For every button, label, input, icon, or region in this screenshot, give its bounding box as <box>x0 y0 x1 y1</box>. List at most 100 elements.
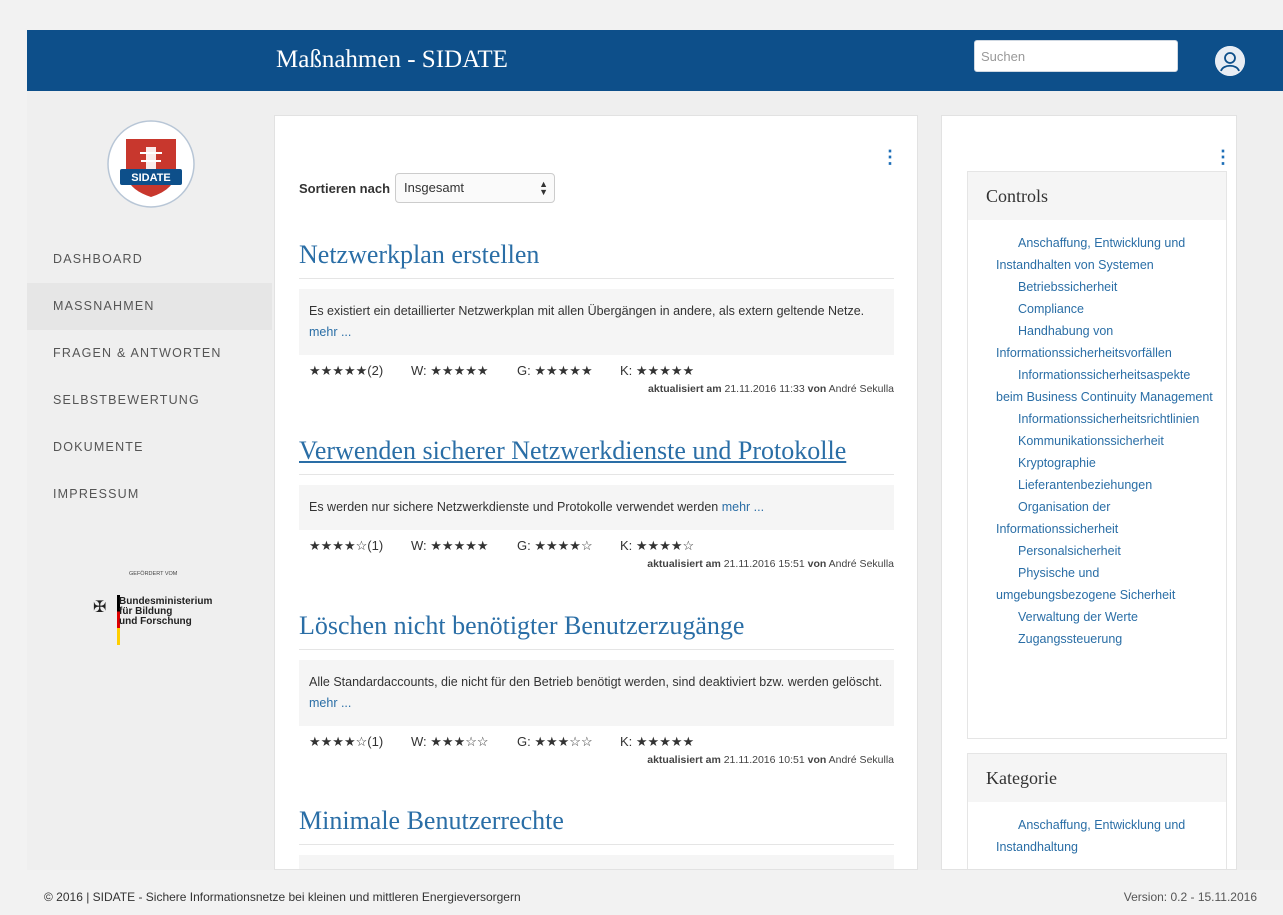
sidebar-nav: DASHBOARD MASSNAHMEN FRAGEN & ANTWORTEN … <box>27 236 272 518</box>
overall-rating[interactable]: ★★★★☆(1) <box>309 538 383 554</box>
footer-copyright: © 2016 | SIDATE - Sichere Informationsne… <box>44 890 521 904</box>
updated-date: 21.11.2016 11:33 <box>724 383 805 395</box>
sponsor-line-3: und Forschung <box>119 616 192 627</box>
kategorie-panel: Kategorie Anschaffung, Entwicklung und I… <box>967 753 1227 869</box>
updated-date: 21.11.2016 15:51 <box>723 558 805 570</box>
updated-label: aktualisiert am <box>648 383 722 395</box>
user-avatar-icon[interactable] <box>1215 46 1245 76</box>
footer: © 2016 | SIDATE - Sichere Informationsne… <box>27 870 1283 915</box>
sidebar-item-impressum[interactable]: IMPRESSUM <box>27 471 272 518</box>
measure-title[interactable]: Minimale Benutzerrechte <box>299 806 894 845</box>
measure-item: Verwenden sicherer Netzwerkdienste und P… <box>299 436 894 570</box>
more-options-icon[interactable]: ⋮ <box>1214 148 1232 166</box>
page-title: Maßnahmen - SIDATE <box>276 46 508 73</box>
rating-g: G: ★★★★★ <box>517 363 593 378</box>
rating-k: K: ★★★★☆ <box>620 538 695 553</box>
measure-description: Es existiert ein detaillierter Netzwerkp… <box>299 289 894 355</box>
sidebar: SIDATE DASHBOARD MASSNAHMEN FRAGEN & ANT… <box>27 91 272 870</box>
control-item[interactable]: Informationssicherheitsaspekte beim Busi… <box>968 364 1218 408</box>
sidebar-item-massnahmen[interactable]: MASSNAHMEN <box>27 283 272 330</box>
controls-panel: Controls Anschaffung, Entwicklung und In… <box>967 171 1227 739</box>
measure-item: Minimale Benutzerrechte <box>299 806 894 869</box>
measure-description <box>299 855 894 869</box>
app-frame: Maßnahmen - SIDATE SIDATE DASHBOARD <box>27 30 1283 915</box>
rating-g: G: ★★★★☆ <box>517 538 593 553</box>
measure-description: Alle Standardaccounts, die nicht für den… <box>299 660 894 726</box>
control-item[interactable]: Verwaltung der Werte <box>968 606 1218 628</box>
bmbf-sponsor-logo: GEFÖRDERT VOM ✠ Bundesministerium für Bi… <box>87 571 237 661</box>
sort-control: Sortieren nach Insgesamt ▲ ▼ <box>299 173 556 203</box>
rating-k: K: ★★★★★ <box>620 734 695 749</box>
ratings-row: ★★★★☆(1) W: ★★★★★ G: ★★★★☆ K: ★★★★☆ <box>299 538 894 556</box>
sort-label: Sortieren nach <box>299 180 391 196</box>
more-options-icon[interactable]: ⋮ <box>881 148 899 166</box>
sponsor-label: GEFÖRDERT VOM <box>129 571 178 577</box>
measure-description-text: Alle Standardaccounts, die nicht für den… <box>309 675 883 689</box>
kategorie-heading: Kategorie <box>968 754 1226 802</box>
control-item[interactable]: Betriebssicherheit <box>968 276 1218 298</box>
control-item[interactable]: Compliance <box>968 298 1218 320</box>
author: André Sekulla <box>828 754 894 766</box>
control-item[interactable]: Organisation der Informationssicherheit <box>968 496 1218 540</box>
measures-list-panel: ⋮ Sortieren nach Insgesamt ▲ ▼ Netzwerkpl… <box>274 115 918 870</box>
sidebar-item-dashboard[interactable]: DASHBOARD <box>27 236 272 283</box>
controls-list: Anschaffung, Entwicklung und Instandhalt… <box>968 220 1226 662</box>
measure-title[interactable]: Verwenden sicherer Netzwerkdienste und P… <box>299 436 894 475</box>
author: André Sekulla <box>828 383 894 395</box>
search-input[interactable] <box>974 40 1178 72</box>
sort-select[interactable]: Insgesamt ▲ ▼ <box>395 173 556 203</box>
control-item[interactable]: Handhabung von Informationssicherheitsvo… <box>968 320 1218 364</box>
updated-label: aktualisiert am <box>647 558 721 570</box>
measure-item: Netzwerkplan erstellen Es existiert ein … <box>299 240 894 395</box>
kategorie-item[interactable]: Anschaffung, Entwicklung und Instandhalt… <box>968 814 1218 858</box>
overall-rating[interactable]: ★★★★☆(1) <box>309 734 383 750</box>
author: André Sekulla <box>828 558 894 570</box>
measure-description-text: Es existiert ein detaillierter Netzwerkp… <box>309 304 865 318</box>
control-item[interactable]: Lieferantenbeziehungen <box>968 474 1218 496</box>
measure-title[interactable]: Netzwerkplan erstellen <box>299 240 894 279</box>
updated-date: 21.11.2016 10:51 <box>723 754 805 766</box>
ratings-row: ★★★★☆(1) W: ★★★☆☆ G: ★★★☆☆ K: ★★★★★ <box>299 734 894 752</box>
control-item[interactable]: Zugangssteuerung <box>968 628 1218 650</box>
rating-w: W: ★★★★★ <box>411 363 489 378</box>
controls-heading: Controls <box>968 172 1226 220</box>
updated-info: aktualisiert am 21.11.2016 11:33 von And… <box>299 383 894 395</box>
rating-k: K: ★★★★★ <box>620 363 695 378</box>
filter-panel: ⋮ Controls Anschaffung, Entwicklung und … <box>941 115 1237 870</box>
rating-w: W: ★★★☆☆ <box>411 734 489 749</box>
overall-rating[interactable]: ★★★★★(2) <box>309 363 383 379</box>
federal-eagle-icon: ✠ <box>93 599 107 616</box>
measure-description: Es werden nur sichere Netzwerkdienste un… <box>299 485 894 530</box>
kategorie-list: Anschaffung, Entwicklung und Instandhalt… <box>968 802 1226 869</box>
sidebar-item-fragen-antworten[interactable]: FRAGEN & ANTWORTEN <box>27 330 272 377</box>
more-link[interactable]: mehr ... <box>309 325 351 339</box>
more-link[interactable]: mehr ... <box>722 500 764 514</box>
updated-label: aktualisiert am <box>647 754 721 766</box>
updated-info: aktualisiert am 21.11.2016 15:51 von And… <box>299 558 894 570</box>
more-link[interactable]: mehr ... <box>309 696 351 710</box>
sidate-logo[interactable]: SIDATE <box>106 119 196 209</box>
rating-w: W: ★★★★★ <box>411 538 489 553</box>
control-item[interactable]: Kommunikationssicherheit <box>968 430 1218 452</box>
measure-item: Löschen nicht benötigter Benutzerzugänge… <box>299 611 894 766</box>
control-item[interactable]: Personalsicherheit <box>968 540 1218 562</box>
measure-description-text: Es werden nur sichere Netzwerkdienste un… <box>309 500 719 514</box>
control-item[interactable]: Anschaffung, Entwicklung und Instandhalt… <box>968 232 1218 276</box>
control-item[interactable]: Informationssicherheitsrichtlinien <box>968 408 1218 430</box>
updated-info: aktualisiert am 21.11.2016 10:51 von And… <box>299 754 894 766</box>
control-item[interactable]: Kryptographie <box>968 452 1218 474</box>
footer-version: Version: 0.2 - 15.11.2016 <box>1123 890 1257 904</box>
sidebar-item-selbstbewertung[interactable]: SELBSTBEWERTUNG <box>27 377 272 424</box>
sort-select-value: Insgesamt <box>404 180 465 195</box>
by-label: von <box>807 383 827 395</box>
ratings-row: ★★★★★(2) W: ★★★★★ G: ★★★★★ K: ★★★★★ <box>299 363 894 381</box>
sidebar-item-dokumente[interactable]: DOKUMENTE <box>27 424 272 471</box>
by-label: von <box>807 558 827 570</box>
select-arrows-icon: ▲ ▼ <box>539 179 549 197</box>
top-bar: Maßnahmen - SIDATE <box>27 30 1283 91</box>
control-item[interactable]: Physische und umgebungsbezogene Sicherhe… <box>968 562 1218 606</box>
logo-text: SIDATE <box>131 172 171 184</box>
rating-g: G: ★★★☆☆ <box>517 734 593 749</box>
by-label: von <box>807 754 827 766</box>
measure-title[interactable]: Löschen nicht benötigter Benutzerzugänge <box>299 611 894 650</box>
